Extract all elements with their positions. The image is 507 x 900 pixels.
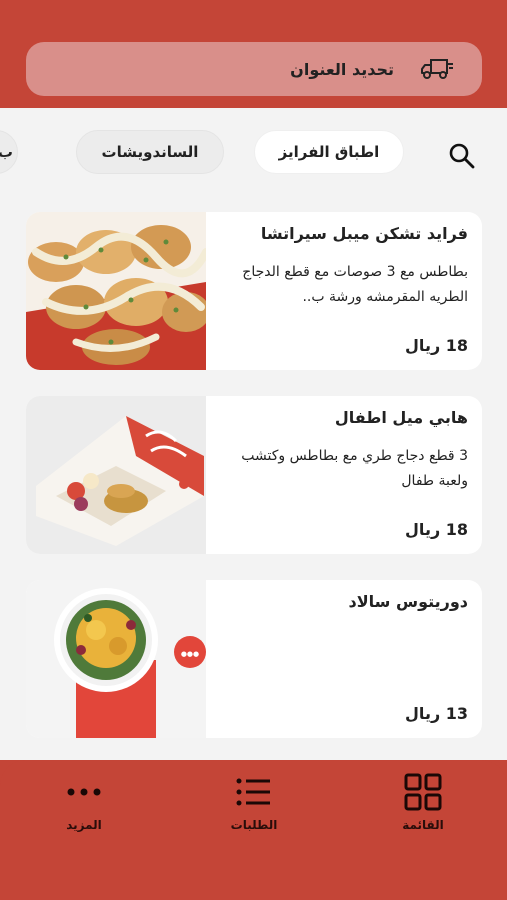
menu-item-image: ●●● <box>26 580 206 738</box>
nav-item-more[interactable]: المزيد <box>29 772 139 832</box>
menu-item-title: دوريتوس سالاد <box>348 592 468 611</box>
svg-text:●●●: ●●● <box>181 650 199 658</box>
nav-label-more: المزيد <box>66 818 102 832</box>
address-selector[interactable]: تحديد العنوان <box>26 42 482 96</box>
app-header: تحديد العنوان <box>0 0 507 108</box>
nav-label-menu: القائمة <box>402 818 444 832</box>
search-icon[interactable] <box>446 140 478 172</box>
delivery-truck-icon <box>421 59 453 79</box>
menu-item-details: فرايد تشكن ميبل سيراتشا بطاطس مع 3 صوصات… <box>218 212 468 370</box>
nav-label-orders: الطلبات <box>230 818 278 832</box>
address-label: تحديد العنوان <box>290 59 394 79</box>
bottom-navigation: القائمة الطلبات المزيد <box>0 760 507 900</box>
grid-menu-icon <box>404 773 442 811</box>
menu-item-description: 3 قطع دجاج طري مع بطاطس وكتشب ولعبة طفال <box>241 448 468 489</box>
category-chip-fries-dishes[interactable]: اطباق الفرايز <box>254 130 404 174</box>
menu-item-card[interactable]: فرايد تشكن ميبل سيراتشا بطاطس مع 3 صوصات… <box>26 212 482 370</box>
menu-item-title: هابي ميل اطفال <box>334 408 468 427</box>
menu-item-title: فرايد تشكن ميبل سيراتشا <box>260 224 468 243</box>
menu-item-price: 13 ريال <box>405 704 468 723</box>
menu-item-details: هابي ميل اطفال 3 قطع دجاج طري مع بطاطس و… <box>218 396 468 554</box>
menu-item-image <box>26 396 206 554</box>
menu-item-details: دوريتوس سالاد 13 ريال <box>218 580 468 738</box>
menu-item-card[interactable]: هابي ميل اطفال 3 قطع دجاج طري مع بطاطس و… <box>26 396 482 554</box>
nav-item-orders[interactable]: الطلبات <box>199 772 309 832</box>
menu-item-card[interactable]: ●●● دوريتوس سالاد 13 ريال <box>26 580 482 738</box>
menu-item-price: 18 ريال <box>405 520 468 539</box>
nav-item-menu[interactable]: القائمة <box>368 772 478 832</box>
menu-item-image <box>26 212 206 370</box>
list-icon <box>236 778 270 806</box>
category-chip-partial[interactable]: ب <box>0 130 18 174</box>
category-filter-bar: ب الساندويشات اطباق الفرايز <box>0 130 507 176</box>
more-dots-icon <box>67 788 101 796</box>
menu-item-description: بطاطس مع 3 صوصات مع قطع الدجاج الطريه ال… <box>242 264 468 305</box>
category-chip-sandwiches[interactable]: الساندويشات <box>76 130 224 174</box>
menu-item-price: 18 ريال <box>405 336 468 355</box>
main-content: ب الساندويشات اطباق الفرايز <box>0 108 507 760</box>
